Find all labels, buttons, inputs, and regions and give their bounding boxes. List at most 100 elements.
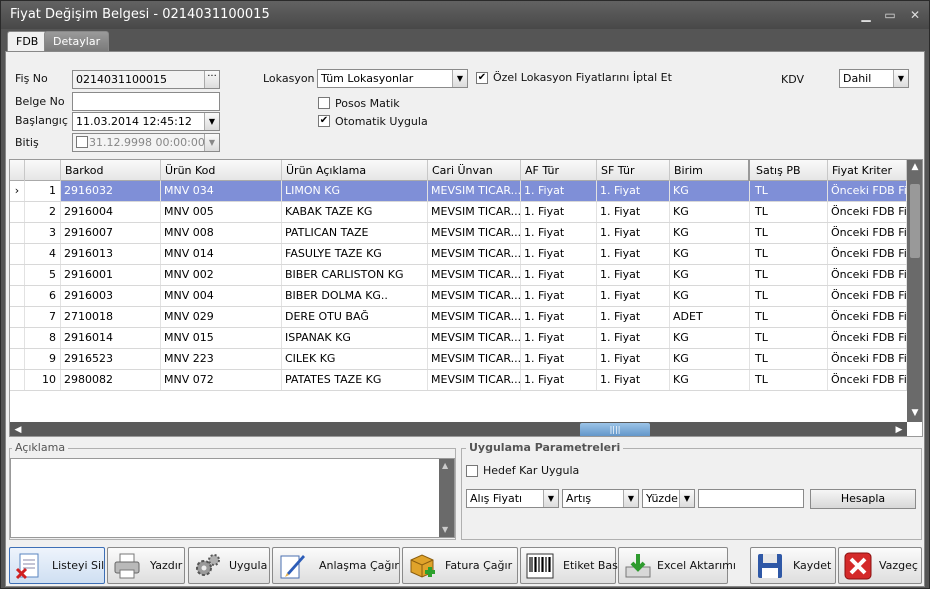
cell-birim[interactable]: KG [670, 181, 750, 201]
cell-birim[interactable]: KG [670, 328, 750, 348]
cell-af[interactable]: 1. Fiyat [521, 370, 597, 390]
cell-aciklama[interactable]: BIBER DOLMA KG.. [282, 286, 428, 306]
cell-urun-kod[interactable]: MNV 008 [161, 223, 282, 243]
vertical-scrollbar[interactable]: ▲ ▼ [907, 160, 922, 422]
belge-no-field[interactable] [72, 92, 220, 111]
cell-urun-kod[interactable]: MNV 034 [161, 181, 282, 201]
cell-cari[interactable]: MEVSIM TICAR... [428, 202, 521, 222]
scroll-right-icon[interactable]: ▶ [893, 425, 905, 435]
cell-kriter[interactable]: Önceki FDB Fi... [828, 286, 907, 306]
cell-af[interactable]: 1. Fiyat [521, 265, 597, 285]
col-urun-kod[interactable]: Ürün Kod [161, 160, 282, 181]
table-row[interactable]: 6 2916003 MNV 004 BIBER DOLMA KG.. MEVSIM TI… [10, 286, 907, 307]
cell-sf[interactable]: 1. Fiyat [597, 328, 670, 348]
cell-birim[interactable]: KG [670, 349, 750, 369]
cell-aciklama[interactable]: DERE OTU BAĞ [282, 307, 428, 327]
col-fiyat-kriter[interactable]: Fiyat Kriter [828, 160, 907, 181]
cell-barkod[interactable]: 2916001 [61, 265, 161, 285]
fatura-cagir-button[interactable]: Fatura Çağır [402, 547, 518, 584]
listeyi-sil-button[interactable]: Listeyi Sil [9, 547, 105, 584]
cell-urun-kod[interactable]: MNV 004 [161, 286, 282, 306]
cell-af[interactable]: 1. Fiyat [521, 244, 597, 264]
cell-af[interactable]: 1. Fiyat [521, 307, 597, 327]
cell-pb[interactable]: TL [752, 286, 828, 306]
cell-aciklama[interactable]: KABAK TAZE KG [282, 202, 428, 222]
bitis-date-picker[interactable]: 31.12.9998 00:00:00 ▼ [72, 133, 220, 152]
aciklama-scrollbar[interactable]: ▲ ▼ [439, 459, 454, 537]
cell-barkod[interactable]: 2916007 [61, 223, 161, 243]
table-row[interactable]: 9 2916523 MNV 223 CILEK KG MEVSIM TICAR... 1.… [10, 349, 907, 370]
cell-barkod[interactable]: 2916003 [61, 286, 161, 306]
cell-urun-kod[interactable]: MNV 029 [161, 307, 282, 327]
cell-af[interactable]: 1. Fiyat [521, 181, 597, 201]
cell-aciklama[interactable]: ISPANAK KG [282, 328, 428, 348]
cell-cari[interactable]: MEVSIM TICAR... [428, 265, 521, 285]
table-row[interactable]: 5 2916001 MNV 002 BIBER CARLISTON KG MEVSIM … [10, 265, 907, 286]
cell-kriter[interactable]: Önceki FDB Fi... [828, 202, 907, 222]
cell-birim[interactable]: KG [670, 370, 750, 390]
table-row[interactable]: 10 2980082 MNV 072 PATATES TAZE KG MEVSIM TI… [10, 370, 907, 391]
cell-kriter[interactable]: Önceki FDB Fi... [828, 349, 907, 369]
ozel-lokasyon-checkbox[interactable]: ✔ [476, 72, 488, 84]
kaydet-button[interactable]: Kaydet [750, 547, 836, 584]
table-row[interactable]: 4 2916013 MNV 014 FASULYE TAZE KG MEVSIM TIC… [10, 244, 907, 265]
fiyat-select[interactable]: Alış Fiyatı ▼ [466, 489, 559, 508]
cell-cari[interactable]: MEVSIM TICAR... [428, 223, 521, 243]
col-barkod[interactable]: Barkod [61, 160, 161, 181]
product-grid[interactable]: Barkod Ürün Kod Ürün Açıklama Cari Ünvan… [9, 159, 923, 437]
horizontal-scroll-thumb[interactable]: |||| [580, 423, 650, 436]
col-urun-aciklama[interactable]: Ürün Açıklama [282, 160, 428, 181]
cell-sf[interactable]: 1. Fiyat [597, 181, 670, 201]
cell-aciklama[interactable]: CILEK KG [282, 349, 428, 369]
cell-pb[interactable]: TL [752, 370, 828, 390]
table-row[interactable]: › 1 2916032 MNV 034 LIMON KG MEVSIM TICAR... 1… [10, 181, 907, 202]
cell-pb[interactable]: TL [752, 265, 828, 285]
cell-urun-kod[interactable]: MNV 015 [161, 328, 282, 348]
cell-urun-kod[interactable]: MNV 014 [161, 244, 282, 264]
cell-aciklama[interactable]: BIBER CARLISTON KG [282, 265, 428, 285]
col-cari-unvan[interactable]: Cari Ünvan [428, 160, 521, 181]
scroll-up-icon[interactable]: ▲ [442, 461, 448, 470]
cell-birim[interactable]: KG [670, 223, 750, 243]
cell-urun-kod[interactable]: MNV 223 [161, 349, 282, 369]
cell-sf[interactable]: 1. Fiyat [597, 202, 670, 222]
hedef-kar-checkbox[interactable] [466, 465, 478, 477]
anlasma-cagir-button[interactable]: Anlaşma Çağır [272, 547, 400, 584]
cell-sf[interactable]: 1. Fiyat [597, 307, 670, 327]
tab-detaylar[interactable]: Detaylar [44, 31, 110, 51]
chevron-down-icon[interactable]: ▼ [623, 490, 638, 507]
vazgec-button[interactable]: Vazgeç [838, 547, 922, 584]
cell-birim[interactable]: KG [670, 244, 750, 264]
scroll-down-icon[interactable]: ▼ [907, 408, 922, 418]
table-row[interactable]: 2 2916004 MNV 005 KABAK TAZE KG MEVSIM TICAR… [10, 202, 907, 223]
lokasyon-select[interactable]: Tüm Lokasyonlar ▼ [317, 69, 468, 88]
cell-pb[interactable]: TL [752, 244, 828, 264]
cell-aciklama[interactable]: PATLICAN TAZE [282, 223, 428, 243]
aciklama-textarea[interactable]: ▲ ▼ [10, 458, 455, 538]
horizontal-scrollbar[interactable]: ◀ |||| ▶ [10, 422, 907, 436]
chevron-down-icon[interactable]: ▼ [679, 490, 694, 507]
tip-select[interactable]: Yüzde ▼ [642, 489, 695, 508]
cell-birim[interactable]: KG [670, 265, 750, 285]
cell-barkod[interactable]: 2916523 [61, 349, 161, 369]
cell-pb[interactable]: TL [752, 328, 828, 348]
cell-pb[interactable]: TL [752, 349, 828, 369]
col-af-tur[interactable]: AF Tür [521, 160, 597, 181]
cell-kriter[interactable]: Önceki FDB Fi... [828, 328, 907, 348]
table-row[interactable]: 7 2710018 MNV 029 DERE OTU BAĞ MEVSIM TICAR.… [10, 307, 907, 328]
cell-barkod[interactable]: 2916014 [61, 328, 161, 348]
cell-urun-kod[interactable]: MNV 072 [161, 370, 282, 390]
cell-cari[interactable]: MEVSIM TICAR... [428, 349, 521, 369]
col-satis-pb[interactable]: Satış PB [752, 160, 828, 181]
cell-sf[interactable]: 1. Fiyat [597, 265, 670, 285]
cell-kriter[interactable]: Önceki FDB Fi... [828, 307, 907, 327]
cell-birim[interactable]: ADET [670, 307, 750, 327]
bitis-checkbox[interactable] [76, 136, 88, 148]
scroll-down-icon[interactable]: ▼ [442, 525, 448, 534]
cell-sf[interactable]: 1. Fiyat [597, 223, 670, 243]
cell-kriter[interactable]: Önceki FDB Fi... [828, 181, 907, 201]
cell-barkod[interactable]: 2916004 [61, 202, 161, 222]
chevron-down-icon[interactable]: ▼ [893, 70, 908, 87]
cell-af[interactable]: 1. Fiyat [521, 202, 597, 222]
cell-barkod[interactable]: 2710018 [61, 307, 161, 327]
